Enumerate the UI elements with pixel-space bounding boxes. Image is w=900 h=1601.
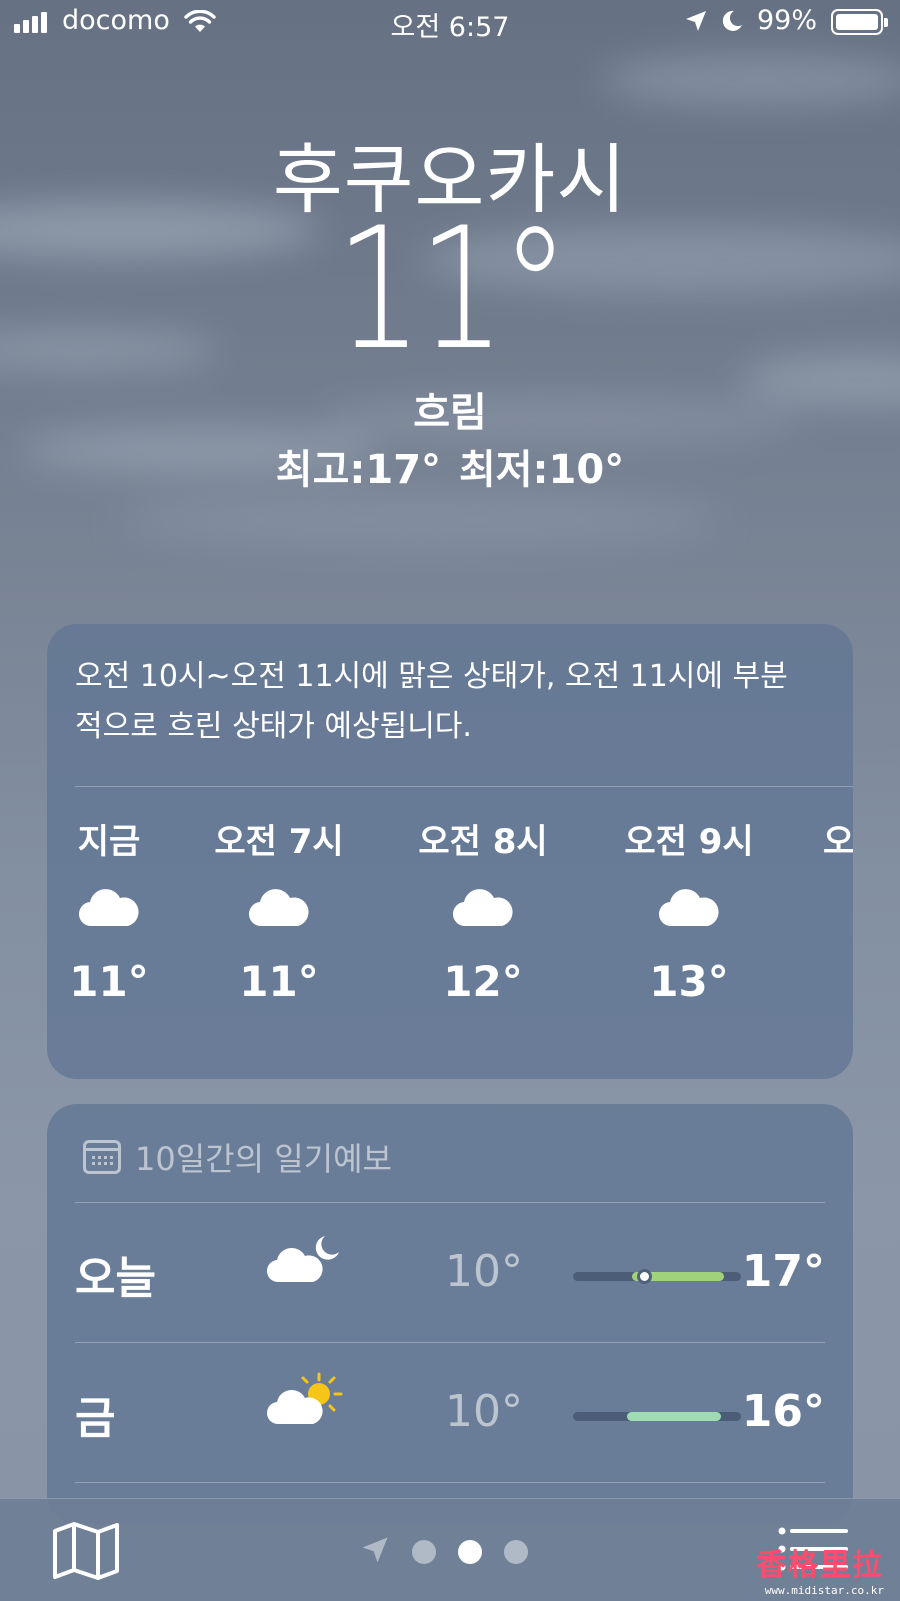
temperature-range-bar — [573, 1269, 741, 1284]
hourly-forecast-card[interactable]: 오전 10시~오전 11시에 맑은 상태가, 오전 11시에 부분적으로 흐린 … — [47, 624, 853, 1079]
day-name: 오늘 — [75, 1253, 156, 1304]
daily-forecast-title: 10일간의 일기예보 — [135, 1140, 392, 1178]
watermark: 香格里拉 www.midistar.co.kr — [756, 1540, 884, 1597]
high-low-temperature: 최고:17° 최저:10° — [275, 447, 625, 493]
battery-percent: 99% — [757, 5, 818, 36]
day-high: 16° — [741, 1386, 825, 1437]
page-dot[interactable] — [412, 1540, 436, 1564]
watermark-url: www.midistar.co.kr — [764, 1584, 884, 1597]
current-temp-marker — [636, 1269, 652, 1284]
hour-temp: 13° — [649, 957, 729, 1006]
hour-label: 오전 7시 — [214, 822, 344, 862]
day-name: 금 — [75, 1393, 116, 1444]
temperature-range-bar — [573, 1412, 741, 1421]
moon-icon — [720, 9, 744, 40]
weather-condition: 흐림 — [413, 390, 487, 436]
hour-label: 오전 10시 — [823, 822, 853, 862]
page-indicator[interactable] — [360, 1535, 528, 1569]
day-high: 17° — [741, 1246, 825, 1297]
battery-icon — [831, 9, 888, 35]
current-temperature: 11° — [335, 191, 569, 387]
cloud-sun-icon — [266, 1370, 347, 1434]
cloud-moon-icon — [266, 1230, 347, 1294]
calendar-icon — [83, 1140, 121, 1174]
divider — [75, 786, 853, 787]
hour-temp: 12° — [443, 957, 523, 1006]
status-bar: docomo 오전 6:57 99% — [0, 0, 900, 44]
day-low: 10° — [445, 1246, 523, 1297]
ten-day-forecast-card[interactable]: 10일간의 일기예보 오늘 10° 17° 금 10° 16° — [47, 1104, 853, 1524]
hour-label: 오전 8시 — [418, 822, 548, 862]
cloud-icon — [179, 864, 379, 949]
page-dot[interactable] — [504, 1540, 528, 1564]
hour-item: 오전 7시 11° — [179, 814, 379, 1006]
location-page-icon[interactable] — [360, 1535, 390, 1569]
hour-item: 오전 10시 — [793, 814, 853, 864]
temperature-range-fill — [626, 1412, 721, 1421]
location-arrow-icon — [684, 9, 708, 40]
daily-forecast-header: 10일간의 일기예보 — [83, 1134, 392, 1180]
hourly-scroller[interactable]: 지금 11° 오전 7시 11° 오전 8시 12° 오전 9시 13° 오 — [47, 814, 853, 1054]
divider — [75, 1482, 825, 1483]
cloud-icon — [589, 864, 789, 949]
bottom-toolbar: 香格里拉 www.midistar.co.kr — [0, 1498, 900, 1601]
day-row-today[interactable]: 오늘 10° 17° — [75, 1202, 825, 1342]
hour-item: 오전 8시 12° — [383, 814, 583, 1006]
cloud-icon — [383, 864, 583, 949]
hour-item: 오전 9시 13° — [589, 814, 789, 1006]
day-row-fri[interactable]: 금 10° 16° — [75, 1342, 825, 1482]
map-icon[interactable] — [52, 1521, 120, 1585]
page-dot-active[interactable] — [458, 1540, 482, 1564]
forecast-summary: 오전 10시~오전 11시에 맑은 상태가, 오전 11시에 부분적으로 흐린 … — [75, 659, 788, 744]
watermark-text: 香格里拉 — [756, 1548, 884, 1583]
hour-label: 오전 9시 — [624, 822, 754, 862]
hour-temp: 11° — [239, 957, 319, 1006]
day-low: 10° — [445, 1386, 523, 1437]
